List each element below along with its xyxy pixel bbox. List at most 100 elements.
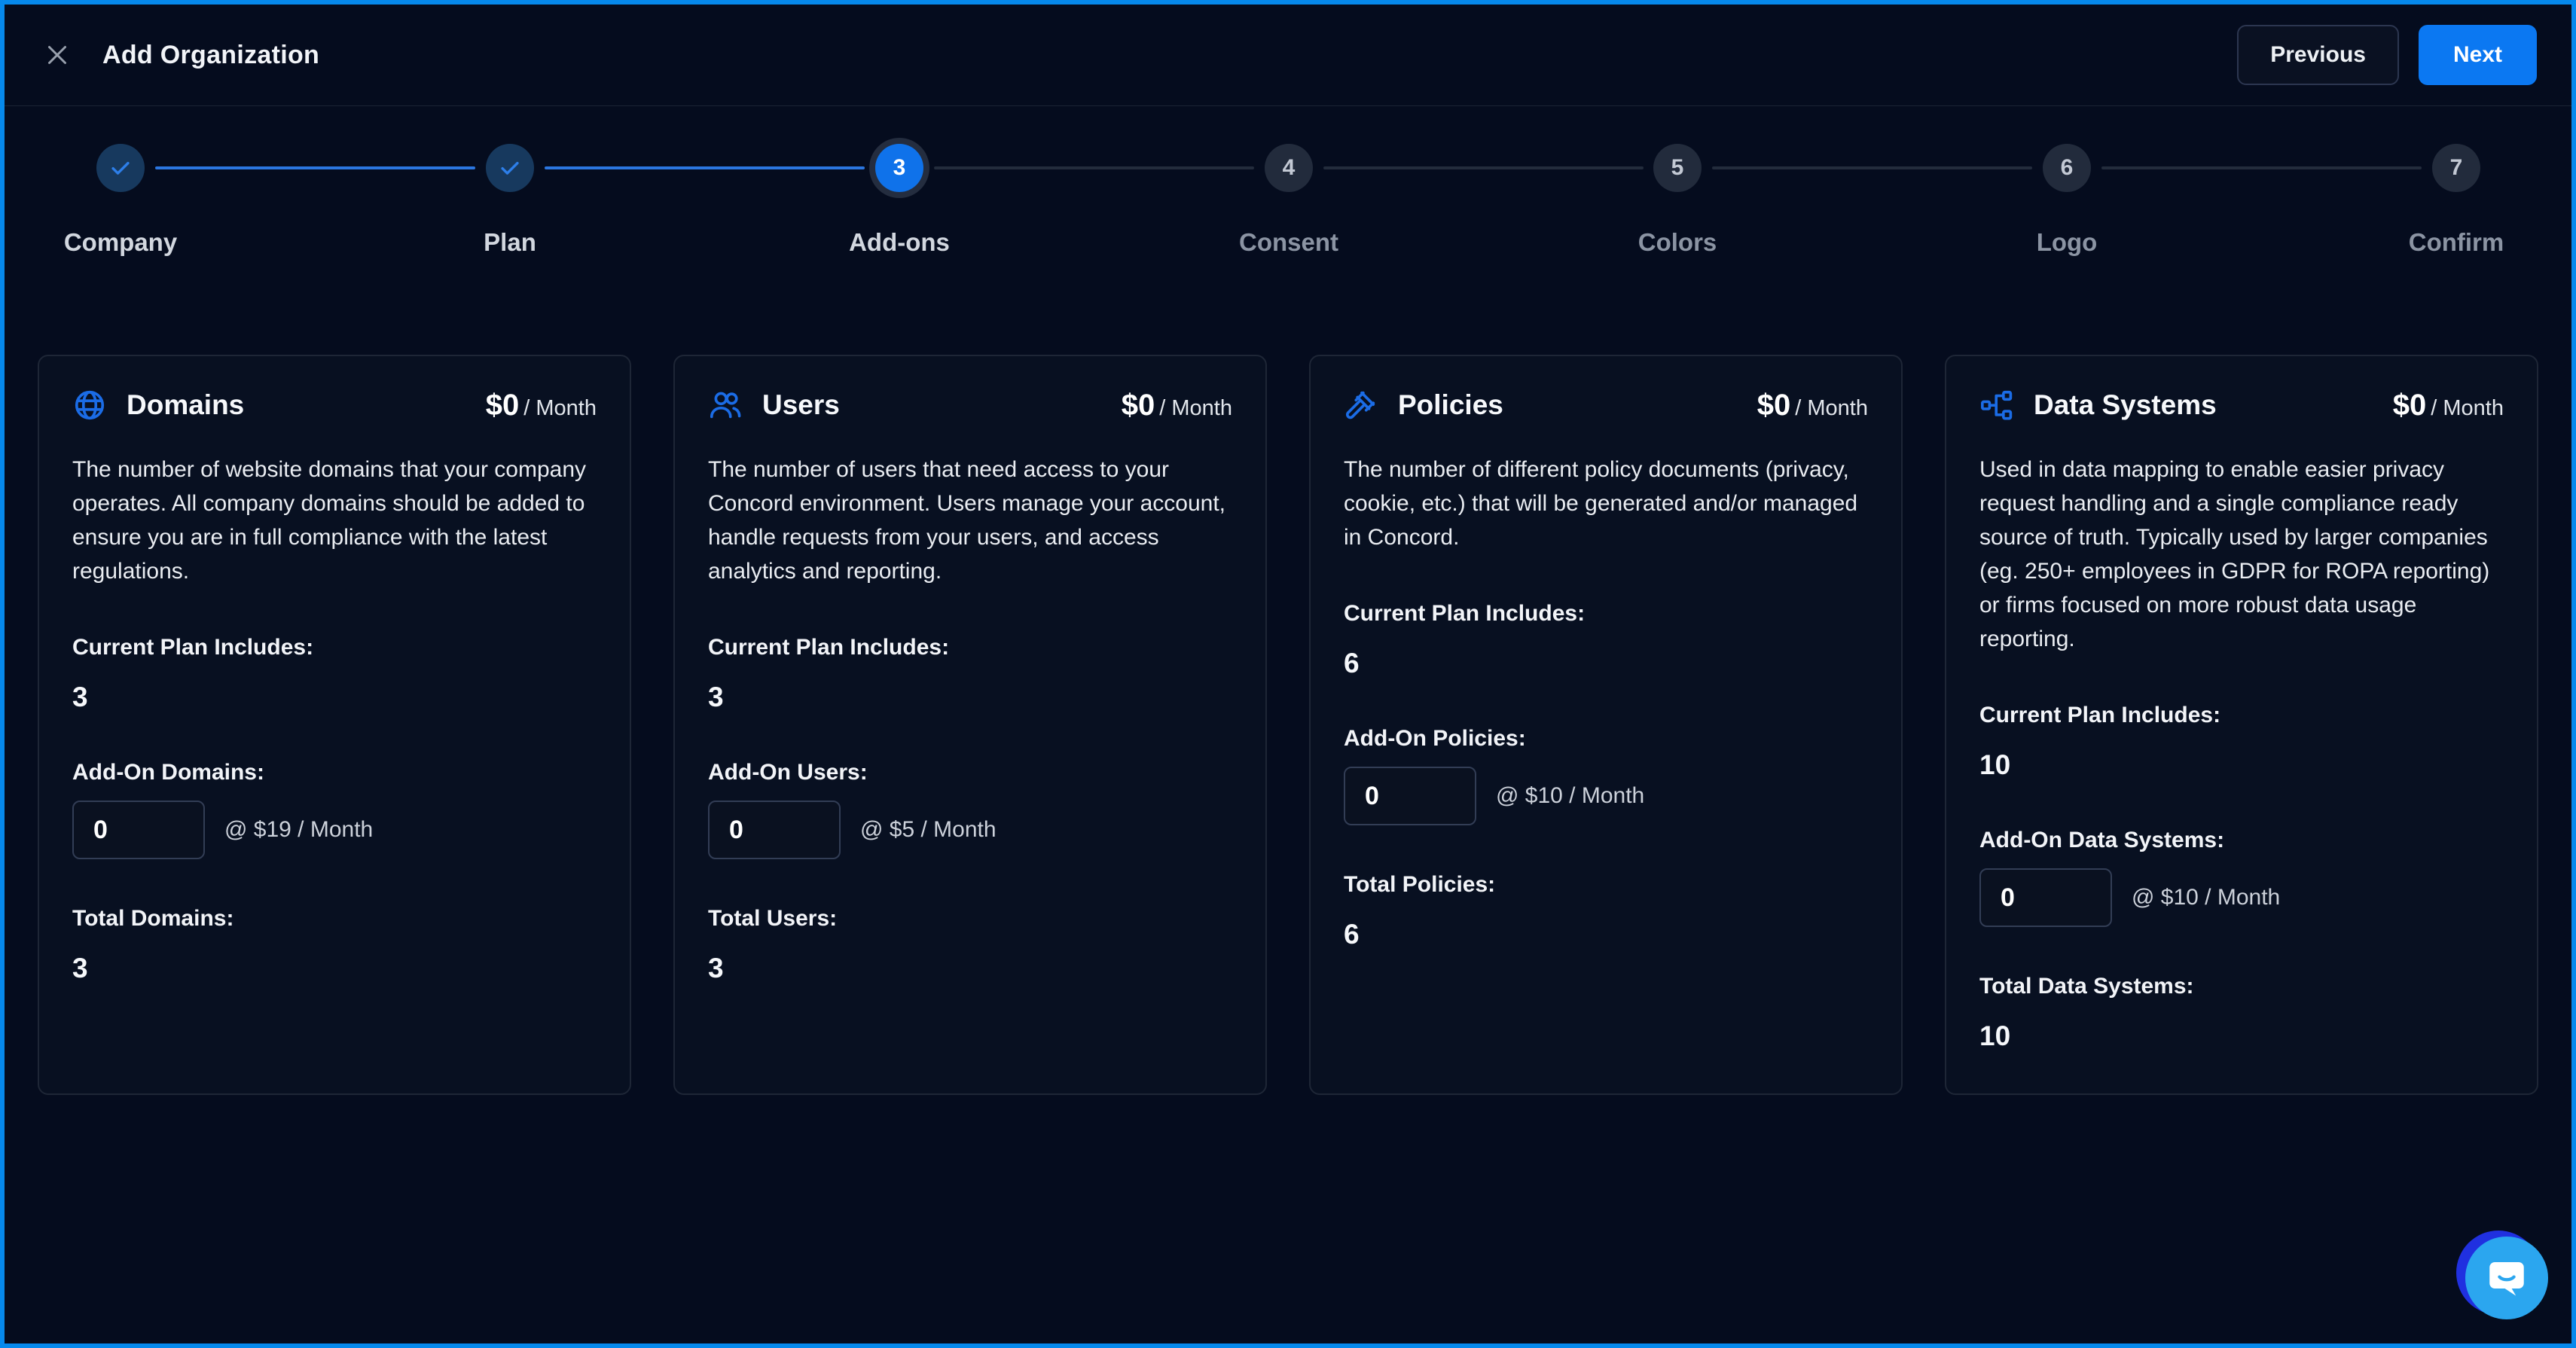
- addon-rate: @ $10 / Month: [1496, 783, 1644, 809]
- globe-icon: [72, 388, 107, 422]
- price-amount: $0: [1122, 389, 1155, 422]
- total-label: Total Policies:: [1344, 872, 1868, 898]
- card-header: Users $0 / Month: [708, 388, 1232, 422]
- price-amount: $0: [2393, 389, 2427, 422]
- addon-label: Add-On Users:: [708, 760, 1232, 785]
- addon-label: Add-On Policies:: [1344, 726, 1868, 752]
- addon-row: @ $5 / Month: [708, 801, 1232, 859]
- card-header: Policies $0 / Month: [1344, 388, 1868, 422]
- price-period: / Month: [1795, 396, 1868, 421]
- current-plan-label: Current Plan Includes:: [1344, 601, 1868, 627]
- stepper-connector: [1323, 166, 1644, 169]
- addon-label: Add-On Domains:: [72, 760, 597, 785]
- users-icon: [708, 388, 743, 422]
- total-label: Total Domains:: [72, 906, 597, 932]
- addon-quantity-input[interactable]: [708, 801, 841, 859]
- stepper-connector: [1712, 166, 2032, 169]
- card-description: The number of website domains that your …: [72, 453, 597, 588]
- addon-quantity-input[interactable]: [72, 801, 205, 859]
- current-plan-label: Current Plan Includes:: [1979, 703, 2504, 728]
- total-label: Total Users:: [708, 906, 1232, 932]
- stepper-connector: [545, 166, 865, 169]
- card-header: Data Systems $0 / Month: [1979, 388, 2504, 422]
- step-label: Confirm: [2409, 228, 2504, 257]
- addon-label: Add-On Data Systems:: [1979, 828, 2504, 853]
- total-value: 10: [1979, 1020, 2504, 1052]
- total-value: 3: [708, 953, 1232, 984]
- step-label: Add-ons: [849, 228, 950, 257]
- current-plan-label: Current Plan Includes:: [708, 635, 1232, 660]
- step-circle: 4: [1265, 144, 1313, 192]
- check-icon: [497, 155, 523, 181]
- add-organization-modal: Add Organization Previous Next Company P…: [0, 0, 2576, 1348]
- page-title: Add Organization: [102, 41, 319, 70]
- card-title: Users: [762, 389, 840, 421]
- step-label: Company: [64, 228, 177, 257]
- addon-rate: @ $10 / Month: [2132, 885, 2280, 910]
- users-card: Users $0 / Month The number of users tha…: [673, 355, 1267, 1095]
- step-number: 6: [2061, 155, 2074, 181]
- total-label: Total Data Systems:: [1979, 974, 2504, 999]
- card-price: $0 / Month: [2393, 389, 2504, 422]
- price-period: / Month: [523, 396, 597, 421]
- card-title: Policies: [1398, 389, 1503, 421]
- check-icon: [108, 155, 133, 181]
- addon-quantity-input[interactable]: [1979, 868, 2112, 927]
- card-price: $0 / Month: [486, 389, 597, 422]
- step-label: Plan: [484, 228, 536, 257]
- gavel-icon: [1344, 388, 1378, 422]
- step-label: Consent: [1239, 228, 1338, 257]
- policies-card: Policies $0 / Month The number of differ…: [1309, 355, 1903, 1095]
- step-label: Logo: [2037, 228, 2098, 257]
- step-circle: [96, 144, 145, 192]
- step-circle: 6: [2043, 144, 2091, 192]
- next-button[interactable]: Next: [2419, 25, 2537, 85]
- domains-card: Domains $0 / Month The number of website…: [38, 355, 631, 1095]
- step-circle: [486, 144, 534, 192]
- card-header: Domains $0 / Month: [72, 388, 597, 422]
- step-circle: 5: [1653, 144, 1702, 192]
- step-number: 3: [893, 155, 906, 181]
- current-plan-value: 3: [708, 682, 1232, 713]
- chat-launcher-button[interactable]: [2456, 1231, 2548, 1319]
- step-number: 5: [1671, 155, 1684, 181]
- price-amount: $0: [1757, 389, 1791, 422]
- total-value: 6: [1344, 919, 1868, 950]
- close-button[interactable]: [39, 37, 75, 73]
- previous-button[interactable]: Previous: [2237, 25, 2399, 85]
- addon-rate: @ $5 / Month: [860, 817, 997, 843]
- data-systems-icon: [1979, 388, 2014, 422]
- price-amount: $0: [486, 389, 520, 422]
- step-number: 4: [1283, 155, 1296, 181]
- chat-bubble-icon: [2486, 1257, 2528, 1299]
- current-plan-value: 3: [72, 682, 597, 713]
- stepper-connector: [934, 166, 1254, 169]
- card-description: The number of users that need access to …: [708, 453, 1232, 588]
- card-title: Domains: [127, 389, 244, 421]
- addon-quantity-input[interactable]: [1344, 767, 1476, 825]
- stepper-connector: [155, 166, 475, 169]
- step-label: Colors: [1638, 228, 1717, 257]
- close-icon: [44, 41, 71, 69]
- header-actions: Previous Next: [2237, 25, 2537, 85]
- card-price: $0 / Month: [1757, 389, 1868, 422]
- step-circle: 3: [875, 144, 923, 192]
- card-price: $0 / Month: [1122, 389, 1232, 422]
- current-plan-label: Current Plan Includes:: [72, 635, 597, 660]
- addon-rate: @ $19 / Month: [224, 817, 373, 843]
- step-circle: 7: [2432, 144, 2480, 192]
- card-description: Used in data mapping to enable easier pr…: [1979, 453, 2504, 656]
- price-period: / Month: [1159, 396, 1232, 421]
- total-value: 3: [72, 953, 597, 984]
- price-period: / Month: [2431, 396, 2504, 421]
- stepper-connector: [2101, 166, 2422, 169]
- addon-row: @ $10 / Month: [1979, 868, 2504, 927]
- addon-cards: Domains $0 / Month The number of website…: [5, 355, 2571, 1095]
- card-title: Data Systems: [2034, 389, 2217, 421]
- addon-row: @ $19 / Month: [72, 801, 597, 859]
- chat-launcher-circle: [2465, 1237, 2548, 1319]
- addon-row: @ $10 / Month: [1344, 767, 1868, 825]
- step-number: 7: [2450, 155, 2463, 181]
- current-plan-value: 10: [1979, 749, 2504, 781]
- card-description: The number of different policy documents…: [1344, 453, 1868, 554]
